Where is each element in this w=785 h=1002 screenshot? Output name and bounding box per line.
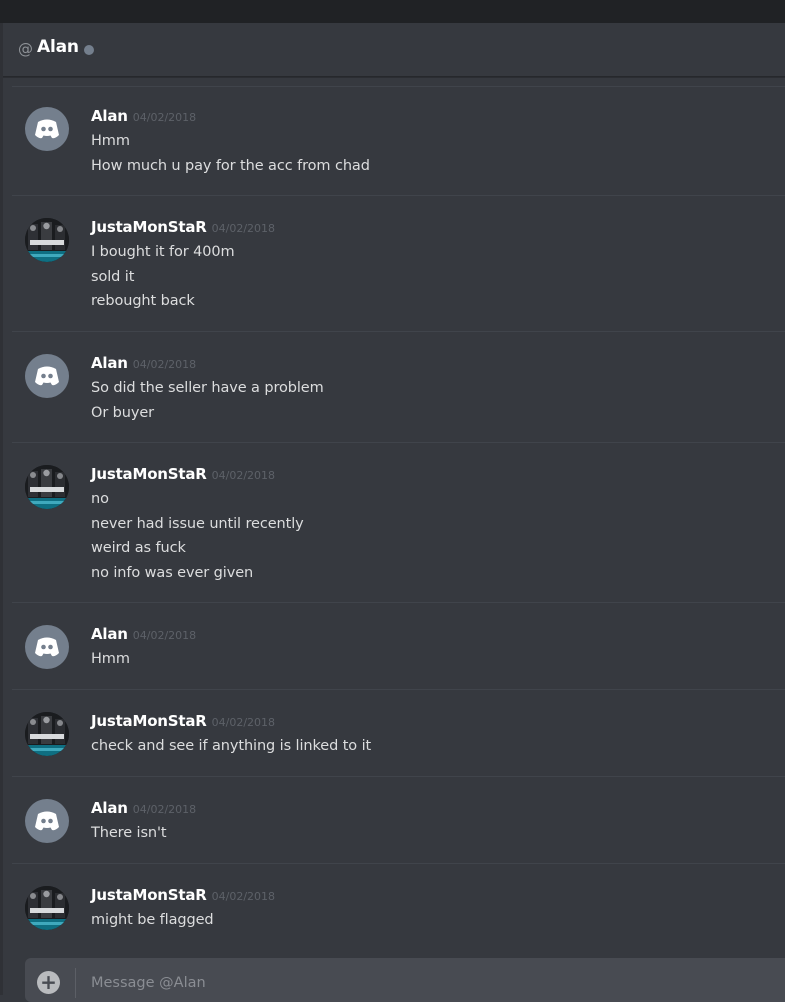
message-author[interactable]: JustaMonStaR 04/02/2018 bbox=[91, 886, 275, 904]
message-line: Or buyer bbox=[91, 404, 155, 421]
message-timestamp: 04/02/2018 bbox=[132, 629, 197, 642]
message-input[interactable] bbox=[89, 970, 693, 996]
discord-logo-icon[interactable] bbox=[25, 799, 69, 843]
channel-header: @ Alan bbox=[3, 23, 785, 77]
message-line: So did the seller have a problem bbox=[91, 380, 324, 396]
message-content: Hmm bbox=[91, 647, 130, 672]
author-name[interactable]: Alan bbox=[91, 354, 128, 372]
user-avatar[interactable] bbox=[25, 465, 69, 509]
message-line: check and see if anything is linked to i… bbox=[91, 738, 372, 754]
user-avatar[interactable] bbox=[25, 886, 69, 930]
window-title-bar bbox=[0, 0, 785, 23]
message-author[interactable]: Alan 04/02/2018 bbox=[91, 625, 196, 643]
message-line: Hmm bbox=[91, 651, 130, 667]
message-line: sold it bbox=[91, 268, 135, 285]
message-divider bbox=[12, 195, 785, 196]
message-composer: + bbox=[25, 958, 785, 1002]
message-line: I bought it for 400m bbox=[91, 244, 235, 260]
message-author[interactable]: JustaMonStaR 04/02/2018 bbox=[91, 465, 275, 483]
message-timestamp: 04/02/2018 bbox=[132, 111, 197, 124]
message-divider bbox=[12, 776, 785, 777]
message-line: never had issue until recently bbox=[91, 515, 304, 532]
message-divider bbox=[12, 86, 785, 87]
message-list[interactable]: Alan 04/02/2018 Hmm How much u pay for the … bbox=[3, 77, 785, 935]
message-timestamp: 04/02/2018 bbox=[132, 358, 197, 371]
message-divider bbox=[12, 689, 785, 690]
message-content: There isn't bbox=[91, 821, 167, 846]
author-name[interactable]: JustaMonStaR bbox=[91, 218, 207, 236]
message-line: weird as fuck bbox=[91, 540, 186, 556]
author-name[interactable]: Alan bbox=[91, 107, 128, 125]
message-author[interactable]: Alan 04/02/2018 bbox=[91, 354, 196, 372]
message-author[interactable]: Alan 04/02/2018 bbox=[91, 107, 196, 125]
upload-plus-icon[interactable]: + bbox=[37, 971, 60, 994]
discord-logo-icon[interactable] bbox=[25, 107, 69, 151]
message-divider bbox=[12, 602, 785, 603]
message-content: So did the seller have a problem Or buyer bbox=[91, 376, 324, 425]
message-line: no bbox=[91, 491, 109, 507]
message-divider bbox=[12, 331, 785, 332]
message-divider bbox=[12, 442, 785, 443]
user-avatar[interactable] bbox=[25, 218, 69, 262]
message-timestamp: 04/02/2018 bbox=[211, 222, 276, 235]
author-name[interactable]: Alan bbox=[91, 799, 128, 817]
message-line: might be flagged bbox=[91, 912, 214, 928]
author-name[interactable]: JustaMonStaR bbox=[91, 465, 207, 483]
message-content: no never had issue until recently weird as… bbox=[91, 487, 304, 585]
message-author[interactable]: JustaMonStaR 04/02/2018 bbox=[91, 712, 275, 730]
author-name[interactable]: JustaMonStaR bbox=[91, 712, 207, 730]
message-author[interactable]: Alan 04/02/2018 bbox=[91, 799, 196, 817]
offline-status-icon bbox=[84, 45, 94, 55]
user-avatar[interactable] bbox=[25, 712, 69, 756]
message-content: might be flagged bbox=[91, 908, 214, 933]
message-timestamp: 04/02/2018 bbox=[211, 890, 276, 903]
message-divider bbox=[12, 863, 785, 864]
discord-logo-icon[interactable] bbox=[25, 354, 69, 398]
composer-divider bbox=[75, 968, 76, 998]
message-timestamp: 04/02/2018 bbox=[211, 469, 276, 482]
message-content: I bought it for 400m sold it rebought back bbox=[91, 240, 235, 314]
discord-logo-icon[interactable] bbox=[25, 625, 69, 669]
at-icon: @ bbox=[18, 40, 33, 58]
author-name[interactable]: Alan bbox=[91, 625, 128, 643]
message-line: rebought back bbox=[91, 293, 195, 309]
message-line: There isn't bbox=[91, 825, 167, 841]
message-line: no info was ever given bbox=[91, 564, 254, 581]
message-timestamp: 04/02/2018 bbox=[132, 803, 197, 816]
message-line: Hmm bbox=[91, 133, 130, 149]
message-content: Hmm How much u pay for the acc from chad bbox=[91, 129, 370, 178]
message-author[interactable]: JustaMonStaR 04/02/2018 bbox=[91, 218, 275, 236]
message-line: How much u pay for the acc from chad bbox=[91, 157, 370, 174]
message-timestamp: 04/02/2018 bbox=[211, 716, 276, 729]
author-name[interactable]: JustaMonStaR bbox=[91, 886, 207, 904]
channel-title[interactable]: Alan bbox=[37, 37, 79, 57]
message-content: check and see if anything is linked to i… bbox=[91, 734, 371, 759]
